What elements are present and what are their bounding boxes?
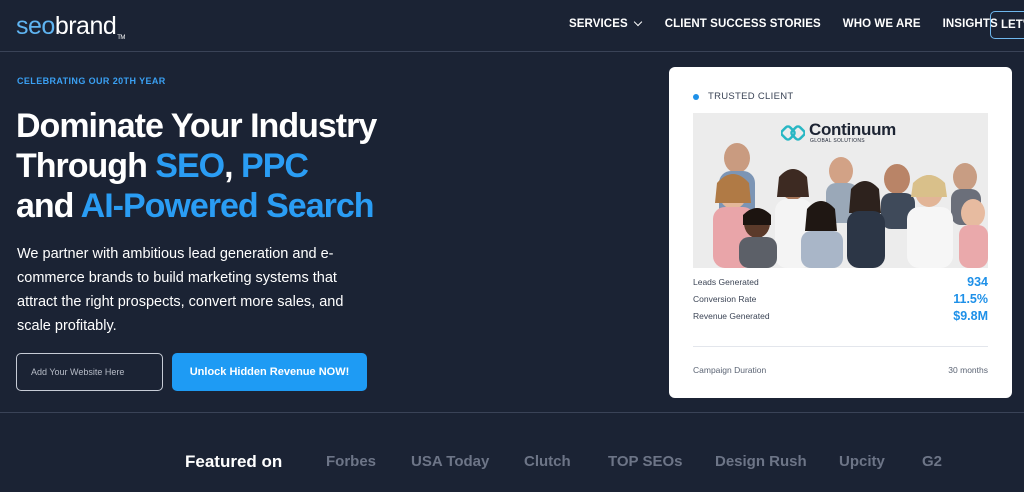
logo-seo-text: seo (16, 12, 55, 40)
stat-row-conversion: Conversion Rate 11.5% (693, 291, 988, 308)
headline-seo: SEO (155, 147, 225, 185)
headline-ppc: PPC (241, 147, 309, 185)
headline-ai-search: AI-Powered Search (80, 187, 375, 225)
nav-item-client-success-stories-label: CLIENT SUCCESS STORIES (664, 18, 821, 30)
hero-headline: Dominate Your Industry Through SEO, PPC … (16, 106, 456, 226)
stat-value: $9.8M (953, 309, 988, 323)
infinity-link-icon (781, 125, 805, 141)
hero-subtext: We partner with ambitious lead generatio… (17, 246, 344, 334)
headline-line-2a: Through (16, 147, 156, 185)
campaign-duration-label: Campaign Duration (693, 365, 767, 375)
featured-logo-g2: G2 (922, 453, 943, 470)
stat-value: 934 (967, 275, 988, 289)
stat-label: Revenue Generated (693, 311, 770, 321)
logo-tm-text: TM (117, 35, 125, 41)
featured-divider (0, 412, 1024, 413)
stat-label: Conversion Rate (693, 294, 757, 304)
featured-logo-forbes: Forbes (326, 453, 377, 470)
unlock-revenue-button[interactable]: Unlock Hidden Revenue NOW! (172, 353, 367, 391)
nav-item-services[interactable]: SERVICES (569, 17, 642, 30)
nav-item-client-success-stories[interactable]: CLIENT SUCCESS STORIES (665, 18, 821, 30)
client-name: Continuum (809, 120, 896, 139)
featured-on-title: Featured on (185, 452, 283, 471)
nav-item-services-label: SERVICES (569, 18, 628, 30)
lets-talk-button[interactable]: LET'S (990, 11, 1024, 39)
featured-logo-top-seos: TOP SEOs (608, 453, 683, 470)
card-tag: TRUSTED CLIENT (693, 91, 793, 102)
stat-value: 11.5% (953, 292, 988, 306)
logo-brand-text: brand (54, 12, 117, 40)
nav-item-who-we-are[interactable]: WHO WE ARE (843, 18, 921, 30)
card-tag-label: TRUSTED CLIENT (708, 91, 794, 102)
chevron-down-icon (633, 17, 642, 27)
continuum-logo: Continuum GLOBAL SOLUTIONS (781, 120, 896, 144)
stat-row-revenue: Revenue Generated $9.8M (693, 308, 988, 325)
campaign-duration-value: 30 months (948, 365, 988, 375)
site-header: seobrandTM SERVICES CLIENT SUCCESS STORI… (0, 0, 1024, 52)
status-dot-icon (693, 93, 699, 100)
headline-line-1: Dominate Your Industry (16, 107, 377, 145)
stat-label: Leads Generated (693, 277, 759, 287)
client-team-photo: Continuum GLOBAL SOLUTIONS (693, 113, 988, 268)
featured-logo-usa-today: USA Today (411, 453, 490, 470)
seobrand-logo[interactable]: seobrandTM (16, 12, 125, 41)
stat-row-leads: Leads Generated 934 (693, 274, 988, 291)
website-input[interactable] (16, 353, 163, 391)
featured-logo-design-rush: Design Rush (715, 453, 807, 470)
featured-logo-upcity: Upcity (839, 453, 885, 470)
headline-line-3a: and (16, 187, 81, 225)
client-stats: Leads Generated 934 Conversion Rate 11.5… (693, 274, 988, 325)
hero-eyebrow: CELEBRATING OUR 20TH YEAR (17, 76, 166, 86)
featured-logo-clutch: Clutch (524, 453, 571, 470)
nav-item-who-we-are-label: WHO WE ARE (842, 18, 921, 30)
main-nav: SERVICES CLIENT SUCCESS STORIES WHO WE A… (569, 17, 998, 30)
trusted-client-card: TRUSTED CLIENT Continuum GLOBAL SOLUTION… (669, 67, 1012, 398)
headline-comma: , (224, 147, 242, 185)
card-divider (693, 346, 988, 347)
